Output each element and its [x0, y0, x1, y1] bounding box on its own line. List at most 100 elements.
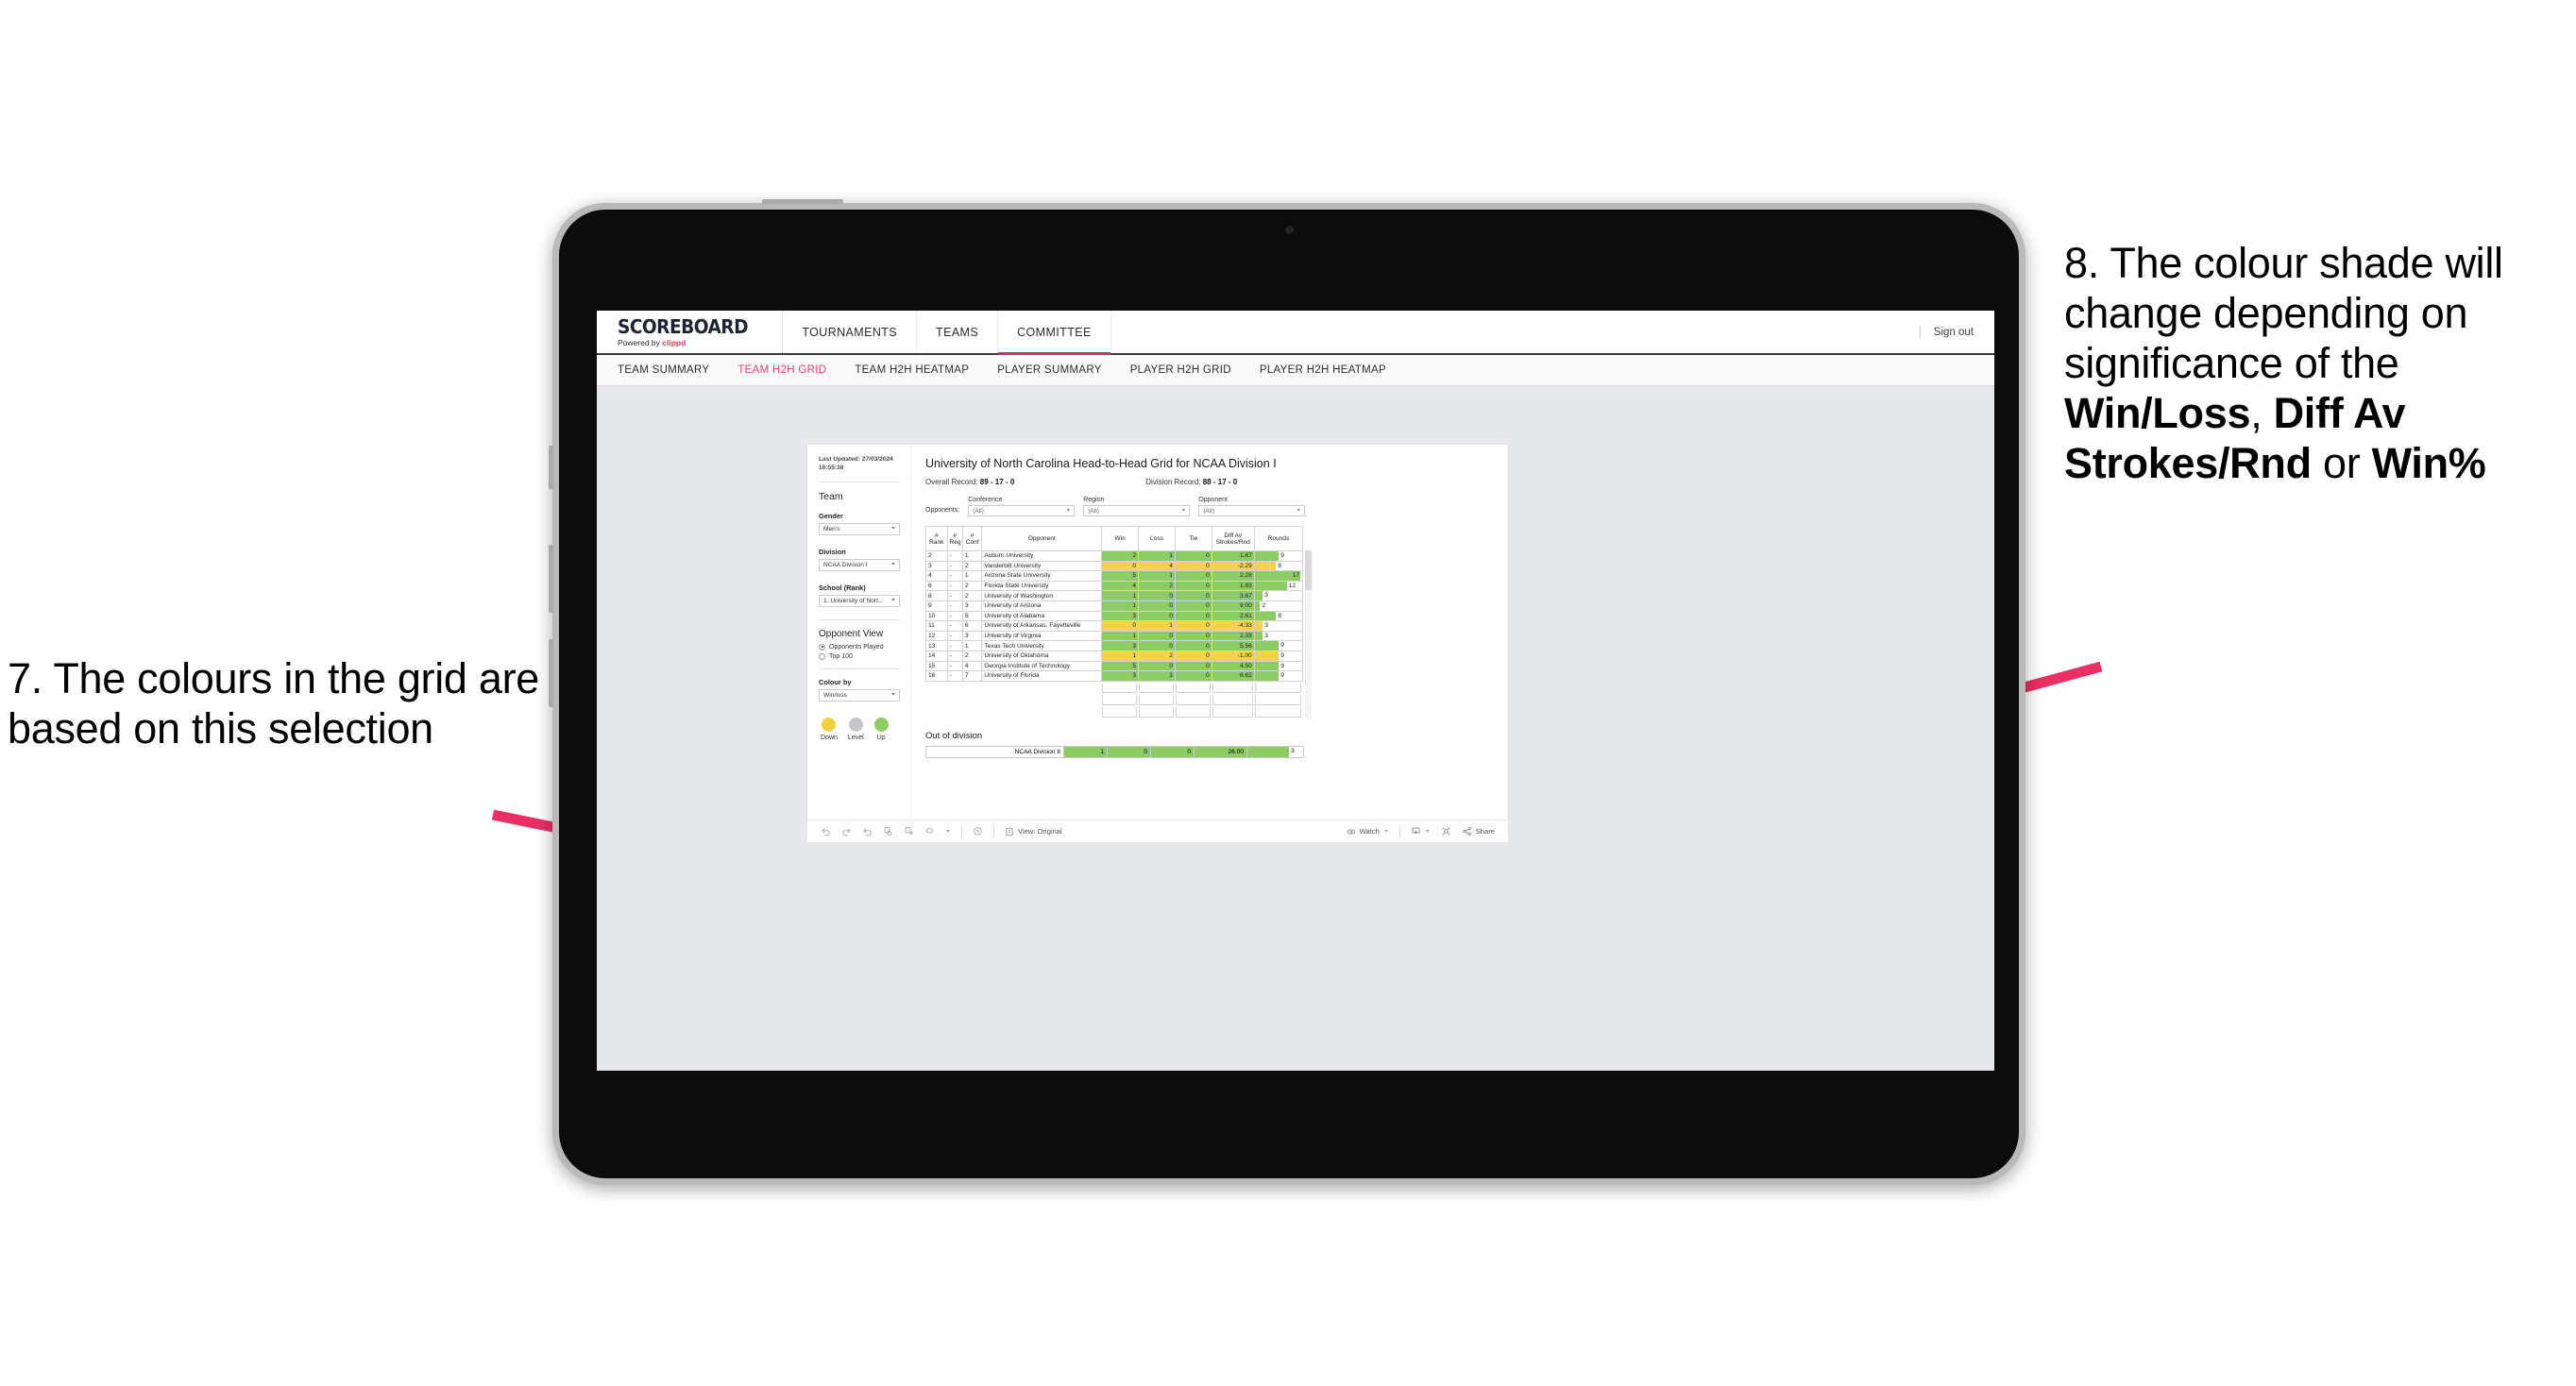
table-row[interactable]: 8-2 University of Washington 1 0 0 3.67 3	[925, 590, 1304, 601]
cell-loss: 0	[1138, 630, 1176, 642]
refresh-icon[interactable]	[883, 826, 893, 837]
overall-record-label: Overall Record:	[925, 478, 980, 486]
table-row[interactable]: 4-1 Arizona State University 5 1 0 2.28 17	[925, 570, 1304, 582]
table-row[interactable]: 11-6 University of Arkansas, Fayetteville…	[925, 620, 1304, 632]
table-row[interactable]: 12-3 University of Virginia 1 0 0 2.33 3	[925, 630, 1304, 642]
clock-icon[interactable]	[973, 826, 983, 837]
out-of-division-title: Out of division	[925, 730, 983, 741]
tablet-device-frame: SCOREBOARD Powered by clippd TOURNAMENTS…	[549, 199, 2025, 1185]
colour-by-select[interactable]: Win/loss ▼	[819, 688, 900, 701]
opponent-filters: Opponents: Conference (All) ▼ Region (Al…	[925, 497, 1493, 516]
cell-rounds: 12	[1253, 580, 1304, 592]
subnav-team-h2h-heatmap[interactable]: TEAM H2H HEATMAP	[855, 364, 969, 376]
chevron-down-icon: ▼	[890, 563, 896, 567]
radio-top-100[interactable]: Top 100	[819, 652, 900, 660]
region-label: Region	[1083, 497, 1105, 503]
tablet-volume-down-button[interactable]	[549, 639, 553, 707]
region-value: (All)	[1088, 507, 1099, 515]
school-rank-select[interactable]: 1. University of Nort... ▼	[819, 594, 900, 607]
region-select[interactable]: (All) ▼	[1083, 505, 1191, 516]
cell-rank: 8	[925, 590, 948, 601]
presentation-mode-icon[interactable]	[924, 826, 935, 837]
sign-out-link[interactable]: Sign out	[1934, 327, 1974, 338]
rounds-value: 2	[1262, 601, 1266, 609]
school-rank-label: School (Rank)	[819, 583, 866, 592]
table-row[interactable]: 6-2 Florida State University 4 2 0 1.83 12	[925, 580, 1304, 592]
chevron-down-icon[interactable]: ▼	[945, 829, 951, 833]
cell-win: 1	[1101, 630, 1140, 642]
table-row[interactable]: 14-2 University of Oklahoma 1 2 0 -1.00 9	[925, 650, 1304, 662]
redo-icon[interactable]	[841, 826, 852, 837]
watch-button[interactable]: Watch ▼	[1347, 827, 1389, 837]
table-row[interactable]: 2-1 Auburn University 2 1 0 1.67 9	[925, 550, 1304, 562]
share-button[interactable]: Share	[1462, 826, 1495, 837]
subnav-team-summary[interactable]: TEAM SUMMARY	[618, 364, 709, 376]
cell-win: 1	[1101, 650, 1140, 662]
table-row[interactable]: 9-3 University of Arizona 1 0 0 9.00 2	[925, 600, 1304, 612]
cell-tie: 0	[1174, 620, 1212, 632]
cell-diff: 5.56	[1211, 640, 1255, 651]
chevron-down-icon: ▼	[890, 527, 896, 532]
app-header: SCOREBOARD Powered by clippd TOURNAMENTS…	[597, 311, 1994, 355]
powered-by-text: Powered by	[618, 337, 663, 347]
download-button[interactable]: ▼	[1411, 826, 1431, 837]
subnav-player-h2h-heatmap[interactable]: PLAYER H2H HEATMAP	[1260, 364, 1386, 376]
table-row[interactable]: NCAA Division II 1 0 0 26.00 3	[925, 745, 1304, 758]
cell-loss: 0	[1138, 660, 1176, 672]
gender-select[interactable]: Men's ▼	[819, 522, 900, 535]
table-row[interactable]: 15-4 Georgia Institute of Technology 5 0 0 4.…	[925, 660, 1304, 672]
cell-tie: 0	[1174, 630, 1212, 642]
undo-icon[interactable]	[821, 826, 831, 837]
subnav-player-h2h-grid[interactable]: PLAYER H2H GRID	[1130, 364, 1231, 376]
table-row[interactable]: 16-7 University of Florida 3 1 0 6.62 9	[925, 670, 1304, 682]
fullscreen-button[interactable]	[1441, 826, 1451, 837]
radio-opponents-played[interactable]: Opponents Played	[819, 643, 900, 651]
scrollbar-thumb[interactable]	[1305, 550, 1312, 590]
secondary-nav: TEAM SUMMARY TEAM H2H GRID TEAM H2H HEAT…	[597, 355, 1994, 386]
cell-tie: 0	[1174, 670, 1212, 682]
tablet-side-button-1[interactable]	[549, 446, 553, 489]
tablet-volume-up-button[interactable]	[549, 545, 553, 613]
table-row[interactable]: 3-2 Vanderbilt University 0 4 0 -2.29 8	[925, 560, 1304, 572]
cell-rank: 6	[925, 580, 948, 592]
cell-conf: 2	[961, 650, 983, 662]
cell-opponent: University of Alabama	[981, 610, 1103, 622]
cell-diff: -4.33	[1211, 620, 1255, 632]
opponent-select[interactable]: (All) ▼	[1198, 505, 1306, 516]
nav-tab-tournaments[interactable]: TOURNAMENTS	[783, 311, 918, 353]
subnav-player-summary[interactable]: PLAYER SUMMARY	[997, 364, 1102, 376]
cell-rank: 11	[925, 620, 948, 632]
fullscreen-icon	[1442, 827, 1450, 836]
tablet-power-button[interactable]	[762, 199, 843, 204]
cell-conf: 4	[961, 660, 983, 672]
opponent-view-heading: Opponent View	[819, 628, 884, 639]
grid-vertical-scrollbar[interactable]	[1305, 550, 1312, 718]
rounds-value: 9	[1280, 642, 1284, 650]
nav-tab-teams[interactable]: TEAMS	[917, 311, 999, 353]
brand-subtitle: Powered by clippd	[618, 339, 757, 347]
view-original-button[interactable]: View: Original	[1005, 827, 1062, 837]
cell-diff: 6.62	[1211, 670, 1255, 682]
cell-diff: 26.00	[1194, 745, 1247, 758]
cell-diff: -1.00	[1211, 650, 1255, 662]
subnav-team-h2h-grid[interactable]: TEAM H2H GRID	[737, 364, 826, 376]
table-row[interactable]: 10-5 University of Alabama 3 0 0 2.61 8	[925, 610, 1304, 622]
legend-label-level: Level	[847, 734, 864, 741]
cell-tie: 0	[1174, 600, 1212, 612]
view-original-label: View: Original	[1017, 827, 1062, 836]
cell-opponent: Vanderbilt University	[981, 560, 1103, 572]
conference-select[interactable]: (All) ▼	[968, 505, 1076, 516]
cell-tie: 0	[1174, 580, 1212, 592]
radio-selected-icon	[819, 643, 825, 651]
legend-item-up: Up	[873, 717, 889, 741]
rounds-value: 9	[1280, 552, 1284, 559]
pause-icon[interactable]	[904, 826, 914, 837]
cell-conf: 5	[961, 610, 983, 622]
cell-opponent: University of Florida	[981, 670, 1103, 682]
nav-tab-committee[interactable]: COMMITTEE	[998, 311, 1111, 355]
cell-rounds: 2	[1253, 600, 1304, 612]
table-row[interactable]: 13-1 Texas Tech University 3 0 0 5.56 9	[925, 640, 1304, 651]
division-select[interactable]: NCAA Division I ▼	[819, 558, 900, 571]
revert-icon[interactable]	[862, 826, 873, 837]
radio-opponents-played-label: Opponents Played	[829, 643, 884, 651]
